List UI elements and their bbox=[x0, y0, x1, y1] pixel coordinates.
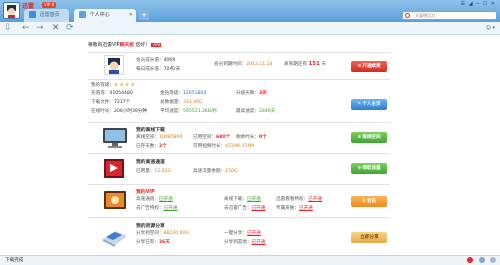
vip-status-link[interactable]: 已开通 bbox=[247, 197, 261, 202]
refresh-icon[interactable]: ⟳ bbox=[66, 22, 74, 35]
vip-button[interactable]: ♛会员 bbox=[351, 196, 387, 207]
status-icons bbox=[463, 257, 496, 265]
user-avatar[interactable] bbox=[3, 2, 20, 19]
status-bar: 下载完成 bbox=[0, 255, 500, 265]
close-tab-icon[interactable]: ✕ bbox=[129, 9, 133, 22]
vip-badge: VIP 8 bbox=[42, 2, 57, 8]
vip-status-link[interactable]: 已开通 bbox=[164, 206, 178, 211]
welcome-line: 尊敬的迅雷VIP刷天姐 您好！ VIP8 bbox=[88, 43, 162, 48]
highspeed-section: 我的高速通道 已用量：12.61G 高速流量余额：150G ⊕领取流量 bbox=[88, 153, 390, 183]
new-tab-button[interactable]: + bbox=[139, 10, 149, 20]
tab-label: 个人中心 bbox=[89, 12, 110, 18]
search-input[interactable]: 天涯明月刀 bbox=[402, 11, 497, 20]
window-controls[interactable]: ☰ ◢ ─ ☐ ✕ bbox=[461, 1, 496, 7]
vip-status-link[interactable]: 已开通 bbox=[299, 206, 313, 211]
thunder-home-icon bbox=[29, 11, 36, 18]
daily-value: 70点/天 bbox=[163, 67, 181, 72]
account-section: 我的等级：♛ ♛ ♛ ♛ 充值等：41054480 金钻等级：12651804 … bbox=[88, 79, 390, 121]
close-icon[interactable]: ✕ bbox=[52, 22, 60, 35]
vip-status-link[interactable]: 已开通 bbox=[252, 206, 266, 211]
share-status-link[interactable]: 已开通 bbox=[247, 231, 261, 236]
user-name[interactable]: 刷天姐 bbox=[120, 43, 134, 48]
monitor-icon bbox=[102, 127, 128, 149]
profile-section: 会员成长值：4069 每日成长值：70点/天 会员到期时间：2012.11.24… bbox=[88, 52, 390, 78]
title-bar: 迅雷 VIP 8 迅雷首页 个人中心 ✕ + ☰ ◢ ─ ☐ ✕ 天涯明月刀 bbox=[0, 0, 500, 22]
tab-home[interactable]: 迅雷首页 bbox=[24, 9, 69, 22]
renew-button[interactable]: ⊕开通续费 bbox=[351, 61, 387, 72]
profile-avatar[interactable] bbox=[104, 55, 124, 75]
search-icon[interactable] bbox=[405, 13, 410, 18]
highspeed-title: 我的高速通道 bbox=[136, 160, 165, 165]
offline-space-button[interactable]: ⊕离线空间 bbox=[351, 132, 387, 143]
offline-section: 我的离线下载 离线空间：10485800 已用空间：680个 剩余时长：0个 已… bbox=[88, 122, 390, 152]
offline-title: 我的离线下载 bbox=[136, 128, 165, 133]
app-window: 迅雷 VIP 8 迅雷首页 个人中心 ✕ + ☰ ◢ ─ ☐ ✕ 天涯明月刀 ⇩… bbox=[0, 0, 500, 265]
get-traffic-button[interactable]: ⊕领取流量 bbox=[351, 163, 387, 174]
level-crowns-icon: ♛ ♛ ♛ ♛ bbox=[113, 83, 135, 88]
expire-date: 2012.11.24 bbox=[246, 62, 273, 67]
vip-section: 我的VIP 高速通道：已开通 离线下载：已开通 去广告特权：已开通 去迅雷广告：… bbox=[88, 184, 390, 216]
location-icon[interactable] bbox=[467, 257, 474, 263]
user-menu-icon[interactable]: ☺ ▾ bbox=[486, 22, 495, 35]
days-remaining: 151 bbox=[308, 61, 320, 67]
vip-status-link[interactable]: 已开通 bbox=[159, 197, 173, 202]
share-status-link[interactable]: 已开通 bbox=[252, 240, 266, 245]
share-section: 我的资源分享 分享到空间：88230.80G 一键分享：已开通 分享已有：36天… bbox=[88, 217, 390, 253]
tab-user-center[interactable]: 个人中心 ✕ bbox=[74, 9, 136, 22]
highspeed-icon bbox=[102, 158, 128, 180]
settings-icon[interactable] bbox=[478, 257, 485, 263]
user-center-panel: 尊敬的迅雷VIP刷天姐 您好！ VIP8 会员成长值：4069 每日成长值：70… bbox=[88, 39, 390, 254]
forward-icon[interactable]: → bbox=[36, 22, 44, 35]
share-title: 我的资源分享 bbox=[136, 224, 165, 229]
content-area: 尊敬的迅雷VIP刷天姐 您好！ VIP8 会员成长值：4069 每日成长值：70… bbox=[0, 35, 500, 255]
status-text: 下载完成 bbox=[5, 258, 24, 263]
download-icon[interactable]: ⇩ bbox=[4, 22, 12, 35]
homepage-button[interactable]: ✎个人主页 bbox=[351, 99, 387, 110]
vip-level-badge: VIP8 bbox=[151, 43, 162, 47]
member-value: 4069 bbox=[163, 58, 176, 63]
nav-bar: ⇩ ← → ✕ ⟳ ☺ ▾ bbox=[0, 22, 500, 35]
share-drive-icon bbox=[102, 225, 128, 247]
user-center-icon bbox=[79, 11, 86, 18]
vip-title: 我的VIP bbox=[136, 190, 155, 195]
share-now-button[interactable]: 立即分享 bbox=[351, 232, 387, 243]
tab-label: 迅雷首页 bbox=[39, 12, 60, 18]
menu-icon[interactable] bbox=[490, 257, 496, 263]
vip-package-icon bbox=[102, 189, 128, 211]
back-icon[interactable]: ← bbox=[22, 22, 30, 35]
vip-status-link[interactable]: 已开通 bbox=[308, 197, 322, 202]
